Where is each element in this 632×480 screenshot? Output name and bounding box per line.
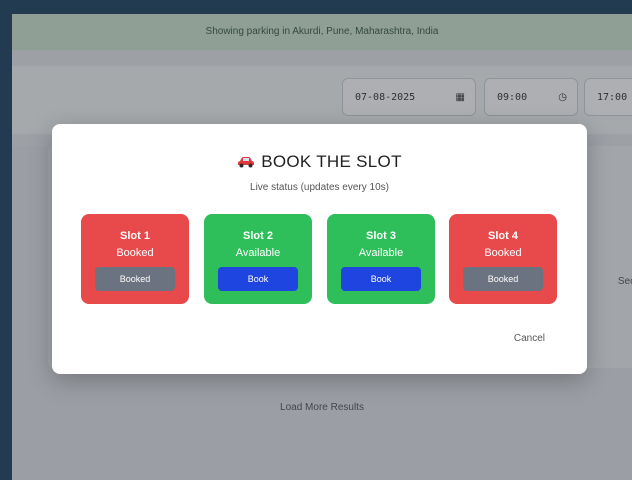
book-slot-modal: BOOK THE SLOT Live status (updates every…	[52, 124, 587, 374]
slot-booked-button[interactable]: Booked	[95, 267, 175, 291]
slot-name: Slot 3	[366, 230, 396, 242]
slot-book-button[interactable]: Book	[218, 267, 298, 291]
slot-card-3: Slot 3 Available Book	[327, 214, 435, 304]
car-icon	[237, 153, 255, 168]
slot-card-4: Slot 4 Booked Booked	[449, 214, 557, 304]
slot-card-1: Slot 1 Booked Booked	[81, 214, 189, 304]
slot-booked-button[interactable]: Booked	[463, 267, 543, 291]
slot-name: Slot 2	[243, 230, 273, 242]
slot-name: Slot 1	[120, 230, 150, 242]
slot-status: Booked	[484, 247, 522, 259]
modal-title: BOOK THE SLOT	[261, 152, 402, 171]
slot-status: Available	[358, 247, 404, 259]
slot-status: Available	[235, 247, 281, 259]
cancel-button[interactable]: Cancel	[514, 333, 545, 344]
modal-subtitle: Live status (updates every 10s)	[250, 182, 389, 193]
modal-title-row: BOOK THE SLOT	[52, 152, 587, 172]
slot-name: Slot 4	[488, 230, 518, 242]
slot-status: Booked	[116, 247, 154, 259]
slot-book-button[interactable]: Book	[341, 267, 421, 291]
slot-card-2: Slot 2 Available Book	[204, 214, 312, 304]
